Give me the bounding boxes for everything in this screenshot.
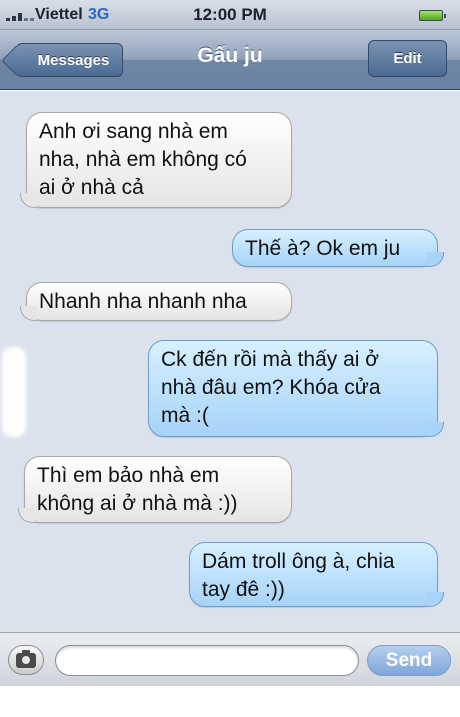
message-thread[interactable]: Anh ơi sang nhà em nha, nhà em không có … <box>0 91 460 632</box>
incoming-message-bubble[interactable]: Anh ơi sang nhà em nha, nhà em không có … <box>20 112 292 208</box>
conversation-title: Gấu ju <box>197 44 263 67</box>
camera-icon <box>16 649 36 668</box>
message-input[interactable] <box>55 645 359 676</box>
battery-icon <box>419 10 446 21</box>
outgoing-message-bubble[interactable]: Thế à? Ok em ju <box>232 229 444 267</box>
message-text: Nhanh nha nhanh nha <box>39 290 247 313</box>
edit-button[interactable]: Edit <box>368 40 447 77</box>
status-bar: Viettel 3G 12:00 PM <box>0 0 460 30</box>
message-text: Dám troll ông à, chia tay đê :)) <box>202 550 395 601</box>
incoming-message-bubble[interactable]: Thì em bảo nhà em không ai ở nhà mà :)) <box>18 456 292 523</box>
message-text: Anh ơi sang nhà em nha, nhà em không có … <box>39 120 247 199</box>
edge-smudge <box>2 347 26 437</box>
navigation-bar: Messages Gấu ju Edit <box>0 30 460 90</box>
status-time: 12:00 PM <box>193 5 267 24</box>
back-button-label: Messages <box>37 51 110 69</box>
send-button[interactable]: Send <box>367 645 451 676</box>
camera-button[interactable] <box>8 645 44 675</box>
message-text: Thế à? Ok em ju <box>245 237 401 260</box>
message-composer: Send <box>0 632 460 686</box>
message-text: Thì em bảo nhà em không ai ở nhà mà :)) <box>37 464 238 515</box>
outgoing-message-bubble[interactable]: Dám troll ông à, chia tay đê :)) <box>189 542 444 607</box>
message-text: Ck đến rồi mà thấy ai ở nhà đâu em? Khóa… <box>161 348 381 427</box>
bottom-blank-area <box>0 686 460 717</box>
messages-back-button[interactable]: Messages <box>16 43 123 77</box>
incoming-message-bubble[interactable]: Nhanh nha nhanh nha <box>20 282 292 321</box>
outgoing-message-bubble[interactable]: Ck đến rồi mà thấy ai ở nhà đâu em? Khóa… <box>148 340 444 437</box>
